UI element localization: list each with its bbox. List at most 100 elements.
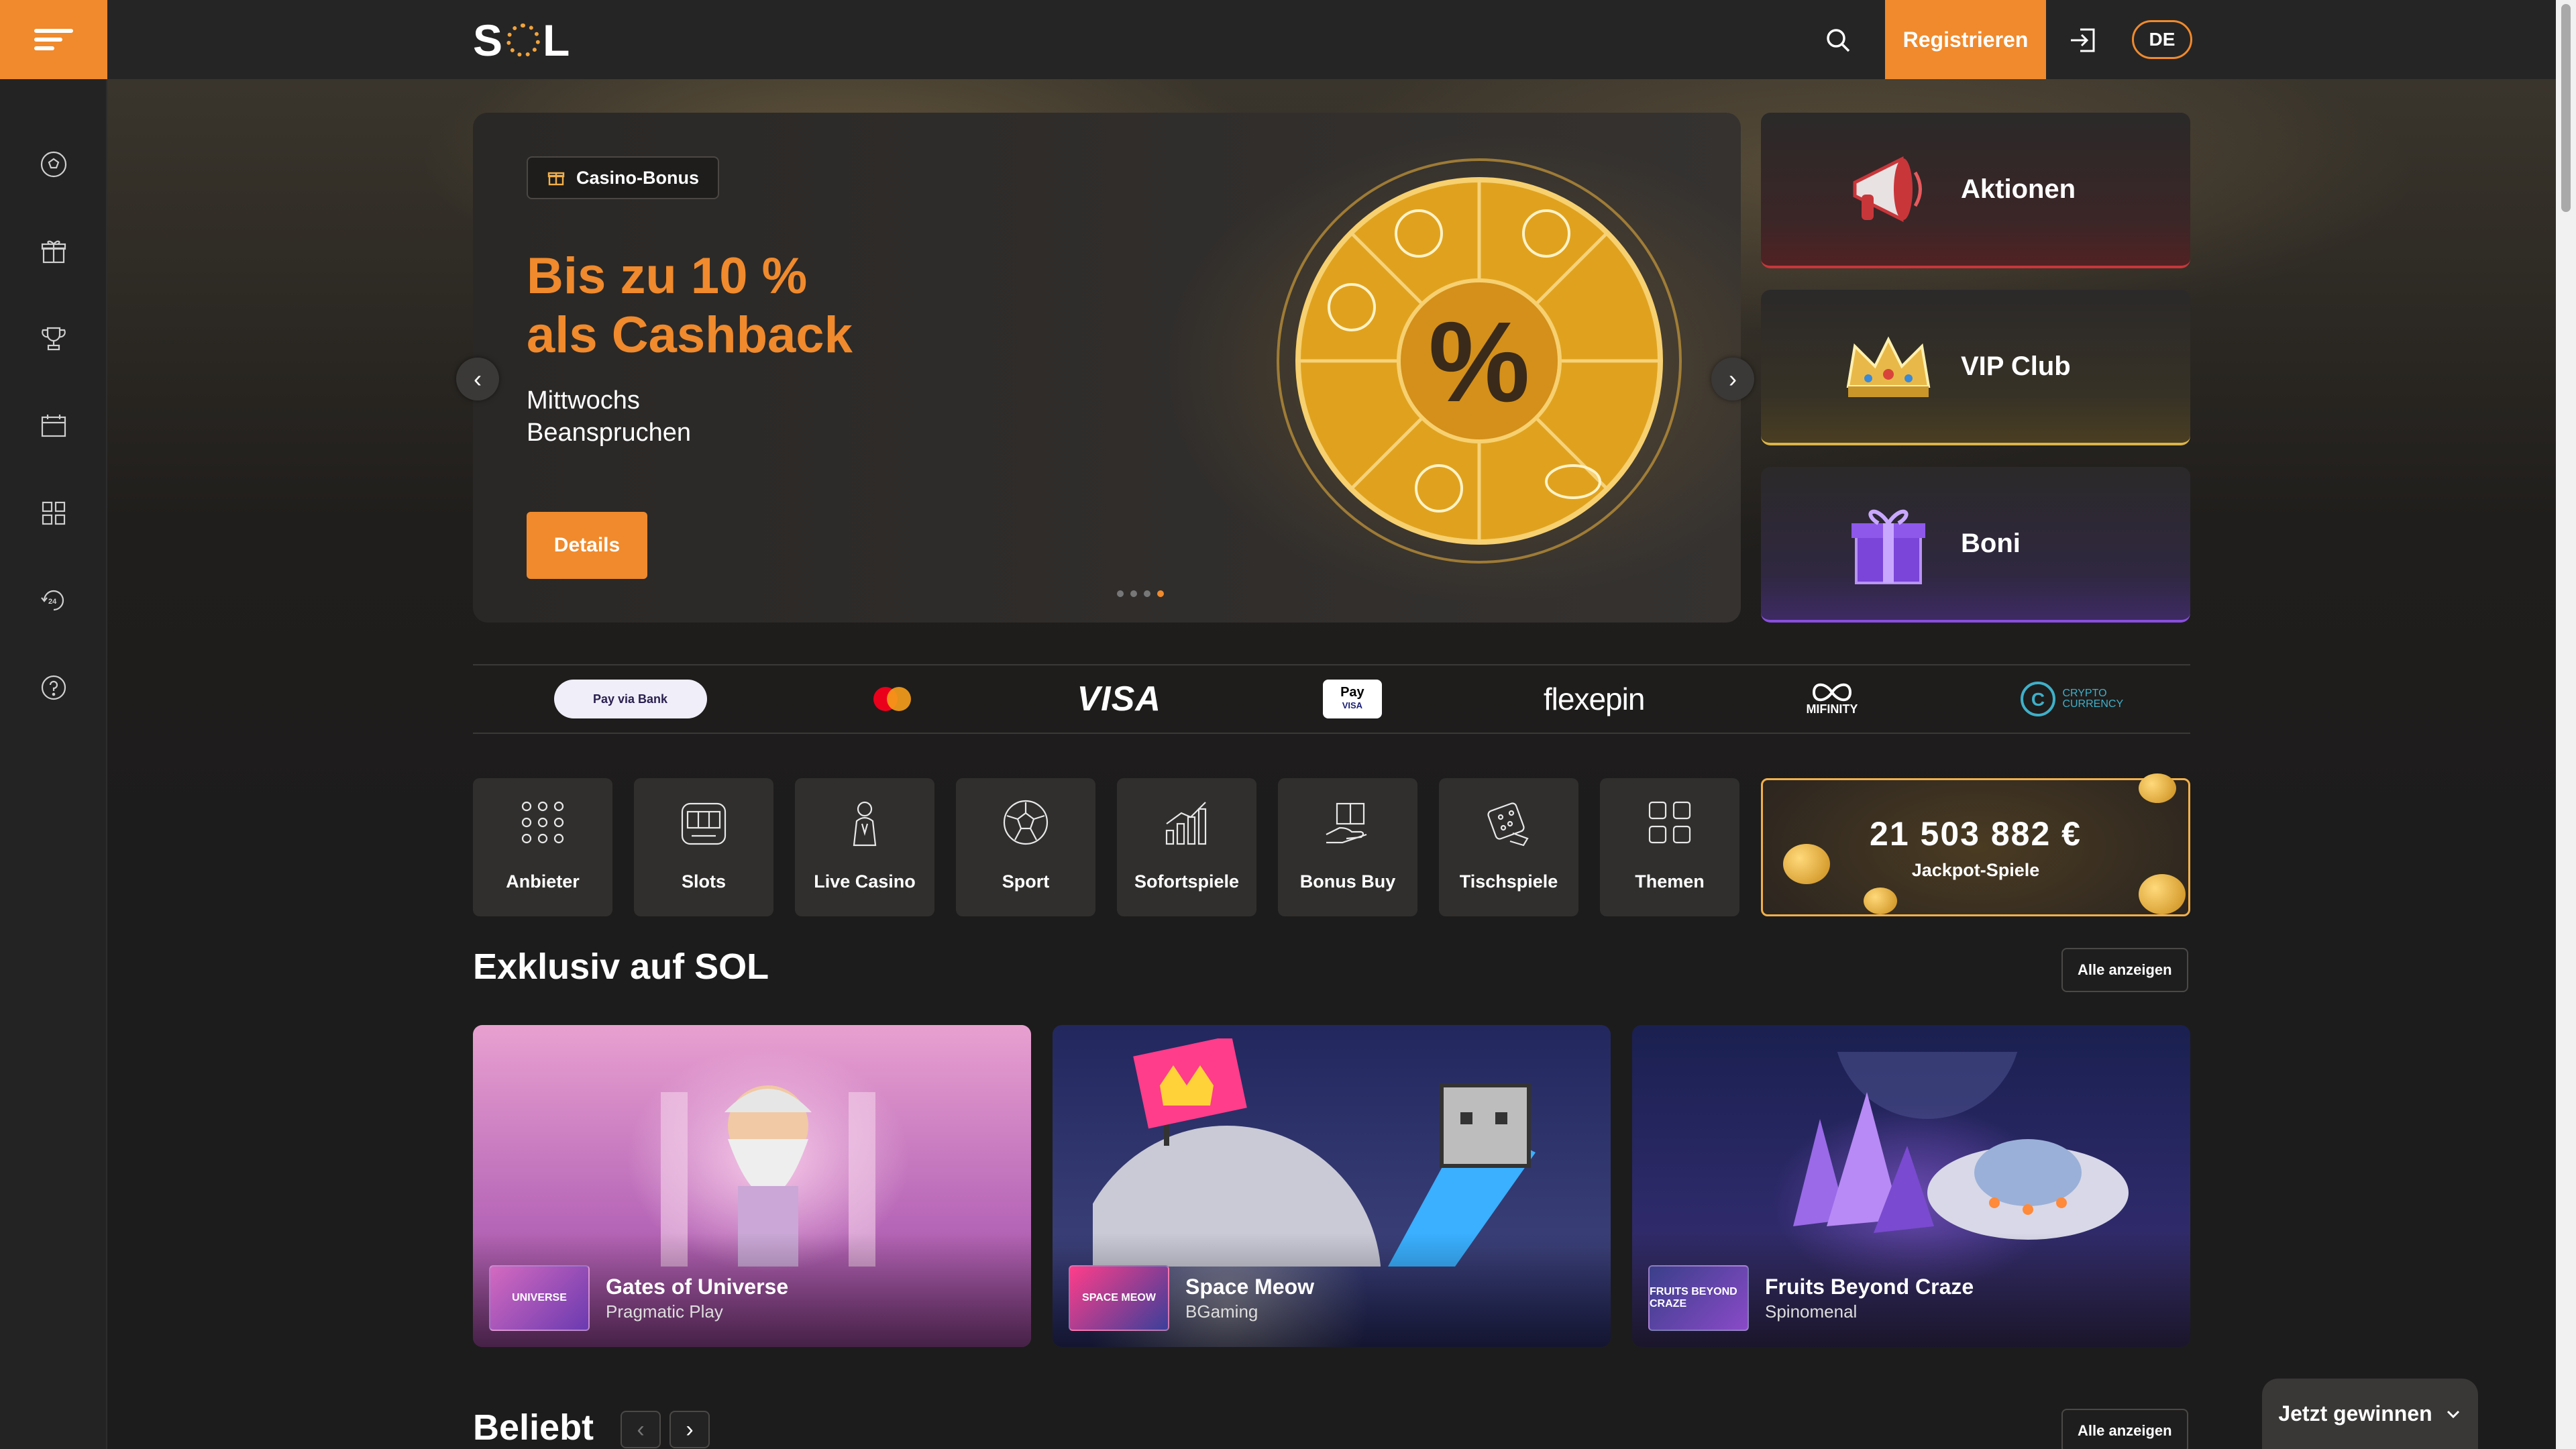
game-thumbnail: FRUITS BEYOND CRAZE xyxy=(1648,1265,1749,1331)
sidebar-item-categories[interactable] xyxy=(0,470,107,557)
carousel-dot[interactable] xyxy=(1130,590,1137,597)
hero-subtitle-line2: Beanspruchen xyxy=(527,419,692,447)
section-title-popular: Beliebt xyxy=(473,1407,594,1448)
sidebar-item-tournaments[interactable] xyxy=(0,295,107,382)
megaphone-icon xyxy=(1853,156,1922,223)
soccer-ball-icon xyxy=(1003,800,1049,845)
game-provider: Spinomenal xyxy=(1765,1301,1858,1322)
category-label: Sofortspiele xyxy=(1134,871,1240,892)
visa-logo: VISA xyxy=(1077,680,1161,718)
category-bonus-buy[interactable]: Bonus Buy xyxy=(1278,778,1417,916)
menu-button[interactable] xyxy=(0,0,107,79)
carousel-dot[interactable] xyxy=(1144,590,1150,597)
category-label: Anbieter xyxy=(506,871,580,892)
crown-icon xyxy=(1846,336,1931,397)
carousel-dot[interactable] xyxy=(1117,590,1124,597)
hero-badge: Casino-Bonus xyxy=(527,156,720,199)
space-cat-illustration xyxy=(1093,1038,1536,1267)
apple-pay-logo: Pay VISA xyxy=(1322,680,1382,718)
gold-coin xyxy=(1864,888,1897,914)
win-label: Jetzt gewinnen xyxy=(2278,1401,2432,1426)
login-button[interactable] xyxy=(2063,20,2103,60)
hero-prev-button[interactable]: ‹ xyxy=(456,358,499,400)
popular-next-button[interactable]: › xyxy=(669,1411,710,1448)
category-sofortspiele[interactable]: Sofortspiele xyxy=(1117,778,1256,916)
sun-icon xyxy=(506,23,541,57)
search-icon xyxy=(1827,29,1850,52)
search-button[interactable] xyxy=(1818,20,1858,60)
mifinity-label: MIFINITY xyxy=(1806,702,1858,716)
chart-icon xyxy=(1165,802,1207,845)
game-card-space-meow[interactable]: SPACE MEOW Space Meow BGaming xyxy=(1053,1025,1611,1347)
register-button[interactable]: Registrieren xyxy=(1885,0,2046,79)
promo-label: Boni xyxy=(1961,528,2021,558)
category-themen[interactable]: Themen xyxy=(1600,778,1739,916)
hero-title: Bis zu 10 % als Cashback xyxy=(527,247,1063,365)
category-label: Live Casino xyxy=(814,871,916,892)
payment-methods: Pay via Bank VISA Pay VISA flexepin MIFI… xyxy=(473,664,2190,734)
game-card-fruits-beyond-craze[interactable]: FRUITS BEYOND CRAZE Fruits Beyond Craze … xyxy=(1632,1025,2190,1347)
hero-banner: Casino-Bonus Bis zu 10 % als Cashback Mi… xyxy=(473,113,1741,623)
svg-text:C: C xyxy=(2031,689,2045,710)
carousel-dots xyxy=(1117,590,1164,597)
pay-via-bank-logo: Pay via Bank xyxy=(553,680,707,718)
sidebar-item-support[interactable]: 24 xyxy=(0,557,107,644)
category-label: Bonus Buy xyxy=(1299,871,1396,892)
promo-vip-club[interactable]: VIP Club xyxy=(1761,290,2190,445)
crypto-label: CRYPTO CURRENCY xyxy=(2062,688,2124,710)
scrollbar-thumb[interactable] xyxy=(2561,4,2571,212)
gift-icon xyxy=(41,240,66,264)
chevron-right-icon: › xyxy=(686,1416,694,1442)
trophy-icon xyxy=(42,327,66,351)
apple-pay-visa-label: VISA xyxy=(1342,700,1363,710)
language-selector[interactable]: DE xyxy=(2132,20,2192,59)
chevron-down-icon xyxy=(2447,1410,2459,1418)
category-anbieter[interactable]: Anbieter xyxy=(473,778,612,916)
bonus-buy-icon xyxy=(1326,802,1367,844)
sidebar-item-help[interactable] xyxy=(0,644,107,731)
popular-show-all-button[interactable]: Alle anzeigen xyxy=(2061,1409,2188,1449)
game-card-gates-of-universe[interactable]: UNIVERSE Gates of Universe Pragmatic Pla… xyxy=(473,1025,1031,1347)
details-button[interactable]: Details xyxy=(527,512,647,579)
grid-icon xyxy=(42,501,66,525)
jackpot-tile[interactable]: 21 503 882 € Jackpot-Spiele xyxy=(1761,773,2190,916)
gold-coin xyxy=(1783,844,1830,884)
game-title: Gates of Universe xyxy=(606,1275,789,1299)
sidebar-item-calendar[interactable] xyxy=(0,382,107,470)
carousel-dot-active[interactable] xyxy=(1157,590,1164,597)
exclusive-show-all-button[interactable]: Alle anzeigen xyxy=(2061,948,2188,992)
jackpot-amount: 21 503 882 € xyxy=(1870,814,2082,853)
page-root: 24 S L Registrieren DE Casino-Bonus Bis xyxy=(0,0,2576,1449)
hero-badge-label: Casino-Bonus xyxy=(576,167,700,188)
category-live-casino[interactable]: Live Casino xyxy=(795,778,934,916)
calendar-icon xyxy=(41,415,66,437)
hero-title-line1: Bis zu 10 % xyxy=(527,248,808,305)
gold-coin xyxy=(2139,874,2186,914)
category-tischspiele[interactable]: Tischspiele xyxy=(1439,778,1578,916)
svg-text:24: 24 xyxy=(48,598,57,606)
sidebar-item-sport[interactable] xyxy=(0,121,107,208)
category-slots[interactable]: Slots xyxy=(634,778,773,916)
promo-aktionen[interactable]: Aktionen xyxy=(1761,113,2190,268)
page-scrollbar[interactable] xyxy=(2556,0,2576,1449)
hero-next-button[interactable]: › xyxy=(1711,358,1754,400)
login-icon xyxy=(2071,28,2095,52)
game-title: Space Meow xyxy=(1185,1275,1315,1299)
promo-boni[interactable]: Boni xyxy=(1761,467,2190,623)
promo-label: VIP Club xyxy=(1961,351,2071,381)
top-header: S L Registrieren DE xyxy=(107,0,2556,79)
game-thumbnail: UNIVERSE xyxy=(489,1265,590,1331)
logo-letter-l: L xyxy=(543,15,572,65)
sidebar-item-bonus[interactable] xyxy=(0,208,107,295)
cashback-wheel-illustration: % xyxy=(1277,158,1682,564)
popular-prev-button[interactable]: ‹ xyxy=(621,1411,661,1448)
mastercard-logo xyxy=(869,679,916,719)
sidebar: 24 xyxy=(0,0,107,1449)
jetzt-gewinnen-button[interactable]: Jetzt gewinnen xyxy=(2262,1379,2478,1449)
game-provider: BGaming xyxy=(1185,1301,1258,1322)
site-logo[interactable]: S L xyxy=(473,15,571,66)
sidebar-nav: 24 xyxy=(0,121,107,731)
promo-label: Aktionen xyxy=(1961,174,2076,204)
slot-machine-icon xyxy=(681,802,727,845)
category-sport[interactable]: Sport xyxy=(956,778,1095,916)
